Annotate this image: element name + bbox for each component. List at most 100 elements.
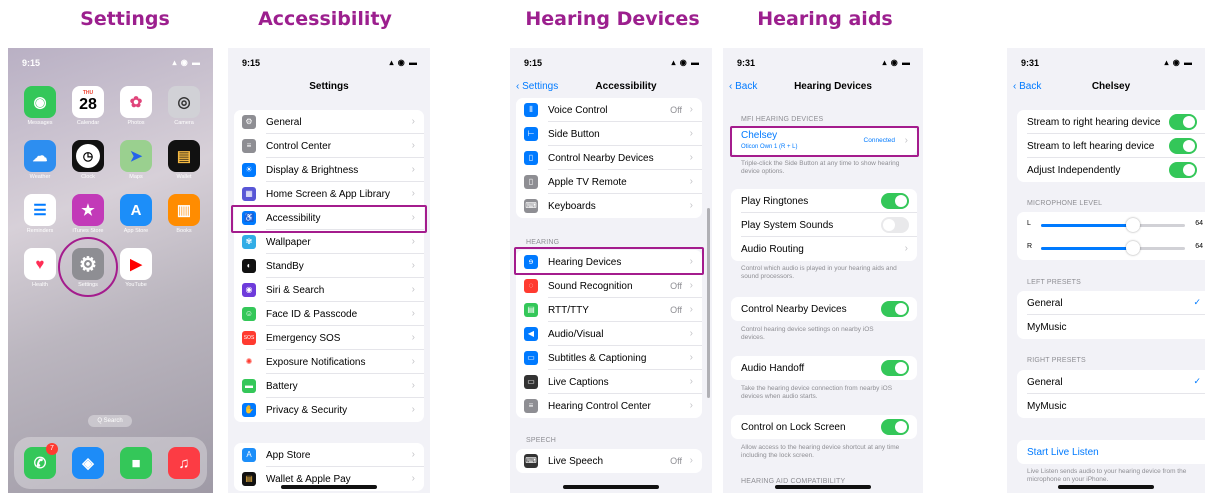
settings-item-exposure[interactable]: ✺ Exposure Notifications ›: [234, 350, 424, 374]
row-label: Control Nearby Devices: [741, 303, 847, 315]
settings-item-standby[interactable]: ◐ StandBy ›: [234, 254, 424, 278]
handoff-note: Take the hearing device connection from …: [741, 385, 893, 400]
row-live-captions[interactable]: ▭ Live Captions ›: [516, 370, 702, 394]
app-health[interactable]: ♥ Health: [22, 248, 58, 288]
left-mic-slider[interactable]: [1041, 218, 1185, 232]
row-audio-handoff[interactable]: Audio Handoff: [731, 356, 917, 380]
hearing-section-header: HEARING: [526, 239, 560, 246]
toggle-lock-screen[interactable]: [881, 419, 909, 435]
app-photos[interactable]: ✿ Photos: [118, 86, 154, 126]
home-indicator: [281, 485, 377, 489]
settings-item-label: Battery: [266, 380, 298, 392]
settings-item-battery[interactable]: ▬ Battery ›: [234, 374, 424, 398]
toggle-stream-left[interactable]: [1169, 138, 1197, 154]
chevron-right-icon: ›: [411, 260, 415, 271]
home-screen: 9:15 ▴ ◉ ▬ ◉ Messages THU 28 Calendar ✿ Photo…: [8, 48, 213, 493]
app-books[interactable]: ▥ Books: [166, 194, 202, 234]
search-pill[interactable]: Q Search: [88, 415, 132, 427]
settings-item-face-id[interactable]: ☺ Face ID & Passcode ›: [234, 302, 424, 326]
toggle-play-ringtones[interactable]: [881, 193, 909, 209]
app-camera[interactable]: ◎ Camera: [166, 86, 202, 126]
music-icon: ♫: [168, 447, 200, 479]
toggle-audio-handoff[interactable]: [881, 360, 909, 376]
row-control-nearby[interactable]: Control Nearby Devices: [731, 297, 917, 321]
clock-icon: ◷: [72, 140, 104, 172]
speaker-icon: ◀: [524, 327, 538, 341]
settings-item-emergency-sos[interactable]: SOS Emergency SOS ›: [234, 326, 424, 350]
settings-item-app-store[interactable]: A App Store ›: [234, 443, 424, 467]
app-safari[interactable]: ◈: [70, 447, 106, 479]
row-subtitles[interactable]: ▭ Subtitles & Captioning ›: [516, 346, 702, 370]
row-rtt-tty[interactable]: ▤ RTT/TTY Off ›: [516, 298, 702, 322]
home-indicator: [563, 485, 659, 489]
settings-item-siri[interactable]: ◉ Siri & Search ›: [234, 278, 424, 302]
row-label: Live Speech: [548, 455, 604, 467]
app-messages[interactable]: ◉ Messages: [22, 86, 58, 126]
toggle-control-nearby[interactable]: [881, 301, 909, 317]
right-preset-general[interactable]: General ✓: [1017, 370, 1205, 394]
chevron-right-icon: ›: [904, 243, 908, 254]
row-audio-visual[interactable]: ◀ Audio/Visual ›: [516, 322, 702, 346]
live-captions-icon: ▭: [524, 375, 538, 389]
row-sound-recognition[interactable]: ◌ Sound Recognition Off ›: [516, 274, 702, 298]
chevron-right-icon: ›: [411, 164, 415, 175]
toggle-play-system-sounds[interactable]: [881, 217, 909, 233]
right-preset-mymusic[interactable]: MyMusic: [1017, 394, 1205, 418]
app-label: Books: [176, 228, 192, 234]
right-mic-slider[interactable]: [1041, 241, 1185, 255]
chevron-right-icon: ›: [411, 116, 415, 127]
left-preset-general[interactable]: General ✓: [1017, 291, 1205, 315]
row-lock-screen[interactable]: Control on Lock Screen: [731, 415, 917, 439]
app-youtube[interactable]: ▶ YouTube: [118, 248, 154, 288]
photos-icon: ✿: [120, 86, 152, 118]
row-control-nearby[interactable]: ▯ Control Nearby Devices ›: [516, 146, 702, 170]
row-play-ringtones[interactable]: Play Ringtones: [731, 189, 917, 213]
app-music[interactable]: ♫: [166, 447, 202, 479]
settings-item-general[interactable]: ⚙ General ›: [234, 110, 424, 134]
row-apple-tv-remote[interactable]: ▯ Apple TV Remote ›: [516, 170, 702, 194]
maps-icon: ➤: [120, 140, 152, 172]
app-app-store[interactable]: A App Store: [118, 194, 154, 234]
row-stream-right[interactable]: Stream to right hearing device: [1017, 110, 1205, 134]
settings-item-control-center[interactable]: ≡ Control Center ›: [234, 134, 424, 158]
settings-item-home-screen[interactable]: ▦ Home Screen & App Library ›: [234, 182, 424, 206]
app-maps[interactable]: ➤ Maps: [118, 140, 154, 180]
row-hearing-control-center[interactable]: ≡ Hearing Control Center ›: [516, 394, 702, 418]
row-play-system-sounds[interactable]: Play System Sounds: [731, 213, 917, 237]
row-label: Subtitles & Captioning: [548, 352, 647, 364]
slider-knob[interactable]: [1126, 241, 1141, 255]
row-side-button[interactable]: ⊢ Side Button ›: [516, 122, 702, 146]
left-presets-group: General ✓ MyMusic: [1017, 291, 1205, 339]
chevron-right-icon: ›: [689, 152, 693, 163]
toggle-adjust-independently[interactable]: [1169, 162, 1197, 178]
status-icons: ▴ ◉ ▬: [882, 58, 911, 67]
app-clock[interactable]: ◷ Clock: [70, 140, 106, 180]
hearing-devices-screen: 9:31 ▴ ◉ ▬ ‹ Back Hearing Devices MFI HEA…: [723, 48, 923, 493]
settings-item-wallpaper[interactable]: ✾ Wallpaper ›: [234, 230, 424, 254]
app-reminders[interactable]: ☰ Reminders: [22, 194, 58, 234]
chevron-right-icon: ›: [411, 236, 415, 247]
app-store-icon: A: [242, 448, 256, 462]
toggle-stream-right[interactable]: [1169, 114, 1197, 130]
tty-icon: ▤: [524, 303, 538, 317]
left-preset-mymusic[interactable]: MyMusic: [1017, 315, 1205, 339]
checkmark-icon: ✓: [1193, 376, 1201, 386]
row-keyboards[interactable]: ⌨ Keyboards ›: [516, 194, 702, 218]
scrollbar[interactable]: [707, 208, 710, 398]
row-label: Play Ringtones: [741, 195, 809, 207]
app-itunes-store[interactable]: ★ iTunes Store: [70, 194, 106, 234]
app-wallet[interactable]: ▤ Wallet: [166, 140, 202, 180]
settings-item-privacy[interactable]: ✋ Privacy & Security ›: [234, 398, 424, 422]
app-weather[interactable]: ☁ Weather: [22, 140, 58, 180]
slider-knob[interactable]: [1126, 218, 1141, 232]
row-value: Off: [670, 105, 682, 115]
start-live-listen-button[interactable]: Start Live Listen: [1017, 440, 1205, 464]
row-stream-left[interactable]: Stream to left hearing device: [1017, 134, 1205, 158]
row-voice-control[interactable]: ⦀ Voice Control Off ›: [516, 98, 702, 122]
settings-item-display[interactable]: ☀ Display & Brightness ›: [234, 158, 424, 182]
row-audio-routing[interactable]: Audio Routing ›: [731, 237, 917, 261]
row-live-speech[interactable]: ⌨ Live Speech Off ›: [516, 449, 702, 473]
app-calendar[interactable]: THU 28 Calendar: [70, 86, 106, 126]
row-adjust-independently[interactable]: Adjust Independently: [1017, 158, 1205, 182]
app-facetime[interactable]: ■: [118, 447, 154, 479]
